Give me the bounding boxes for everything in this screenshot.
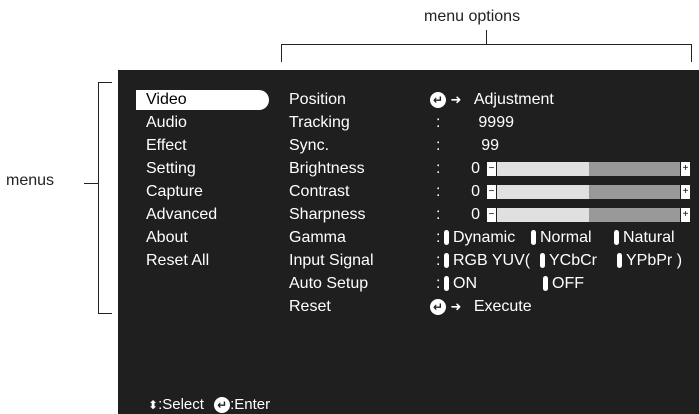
sharpness-slider[interactable]: − + <box>487 208 690 222</box>
footer-hint: ⬍:Select ↵:Enter <box>148 396 270 414</box>
sync-value: 99 <box>481 137 499 154</box>
choice-label: YPbPr ) <box>626 252 683 269</box>
reset-value: Execute <box>473 298 532 315</box>
radio-marker <box>540 253 545 269</box>
menus-bracket-stem <box>84 183 98 184</box>
menu-capture[interactable]: Capture <box>146 182 203 202</box>
input-signal-rgb-yuv[interactable]: RGB YUV( <box>444 251 530 271</box>
option-brightness[interactable]: Brightness <box>289 159 365 179</box>
colon: : <box>436 206 441 223</box>
choice-label: ON <box>453 275 477 292</box>
colon: : <box>436 160 441 177</box>
input-signal-ypbpr[interactable]: YPbPr ) <box>617 251 682 271</box>
menu-options-bracket-stem <box>486 30 487 44</box>
gamma-choice-normal[interactable]: Normal <box>531 228 592 248</box>
choice-label: Natural <box>623 229 675 246</box>
tracking-value: 9999 <box>478 114 514 131</box>
option-gamma[interactable]: Gamma <box>289 228 346 248</box>
colon: : <box>436 275 441 292</box>
minus-icon[interactable]: − <box>487 162 496 176</box>
slider-fill <box>497 162 589 176</box>
projector-menu-panel: Video Audio Effect Setting Capture Advan… <box>118 70 699 414</box>
slider-fill <box>497 185 589 199</box>
gamma-choice-dynamic[interactable]: Dynamic <box>444 228 515 248</box>
option-position[interactable]: Position <box>289 90 346 110</box>
menu-video[interactable]: Video <box>136 90 269 110</box>
menu-reset-all[interactable]: Reset All <box>146 251 209 271</box>
plus-icon[interactable]: + <box>681 162 690 176</box>
menu-options-bracket <box>281 44 692 45</box>
minus-icon[interactable]: − <box>487 208 496 222</box>
menus-bracket <box>98 82 99 314</box>
option-contrast[interactable]: Contrast <box>289 182 349 202</box>
menu-setting[interactable]: Setting <box>146 159 196 179</box>
contrast-value: 0 <box>471 183 480 200</box>
minus-icon[interactable]: − <box>487 185 496 199</box>
slider-fill <box>497 208 589 222</box>
radio-marker <box>614 230 619 246</box>
colon: : <box>436 114 441 131</box>
option-input-signal[interactable]: Input Signal <box>289 251 374 271</box>
menu-options-bracket-left <box>281 44 282 62</box>
sharpness-value: 0 <box>471 206 480 223</box>
choice-label: YCbCr <box>549 252 598 269</box>
input-signal-ycbcr[interactable]: YCbCr <box>540 251 597 271</box>
colon: : <box>436 252 441 269</box>
auto-setup-off[interactable]: OFF <box>543 274 584 294</box>
up-down-arrows-icon: ⬍ <box>148 398 159 412</box>
choice-label: OFF <box>552 275 584 292</box>
radio-marker <box>617 253 622 269</box>
menu-about[interactable]: About <box>146 228 188 248</box>
menus-bracket-top <box>98 82 112 83</box>
option-reset[interactable]: Reset <box>289 297 331 317</box>
menu-options-bracket-right <box>691 44 692 62</box>
gamma-choice-natural[interactable]: Natural <box>614 228 675 248</box>
colon: : <box>436 229 441 246</box>
arrow-right-icon: ➜ <box>450 92 462 107</box>
radio-marker <box>444 230 449 246</box>
colon: : <box>436 183 441 200</box>
option-tracking[interactable]: Tracking <box>289 113 350 133</box>
contrast-slider[interactable]: − + <box>487 185 690 199</box>
option-sync[interactable]: Sync. <box>289 136 329 156</box>
brightness-value: 0 <box>471 160 480 177</box>
plus-icon[interactable]: + <box>681 185 690 199</box>
enter-icon: ↵ <box>430 91 446 108</box>
radio-marker <box>444 276 449 292</box>
position-adjustment[interactable]: ↵ ➜ Adjustment <box>430 90 554 110</box>
menus-annotation: menus <box>6 172 55 189</box>
radio-marker <box>531 230 536 246</box>
option-sharpness[interactable]: Sharpness <box>289 205 366 225</box>
enter-hint: :Enter <box>230 396 271 413</box>
auto-setup-on[interactable]: ON <box>444 274 477 294</box>
choice-label: Normal <box>540 229 592 246</box>
radio-marker <box>543 276 548 292</box>
menu-options-annotation: menu options <box>424 8 521 25</box>
plus-icon[interactable]: + <box>681 208 690 222</box>
reset-execute[interactable]: ↵ ➜ Execute <box>430 297 532 317</box>
colon: : <box>436 137 441 154</box>
brightness-slider[interactable]: − + <box>487 162 690 176</box>
select-hint: :Select <box>158 396 204 413</box>
enter-icon: ↵ <box>430 298 446 315</box>
position-value: Adjustment <box>473 91 554 108</box>
menus-bracket-bottom <box>98 313 112 314</box>
menu-effect[interactable]: Effect <box>146 136 187 156</box>
menu-audio[interactable]: Audio <box>146 113 187 133</box>
enter-icon: ↵ <box>214 397 231 414</box>
option-auto-setup[interactable]: Auto Setup <box>289 274 368 294</box>
choice-label: Dynamic <box>453 229 516 246</box>
menu-advanced[interactable]: Advanced <box>146 205 217 225</box>
radio-marker <box>444 253 449 269</box>
arrow-right-icon: ➜ <box>450 299 462 314</box>
choice-label: RGB YUV( <box>453 252 531 269</box>
